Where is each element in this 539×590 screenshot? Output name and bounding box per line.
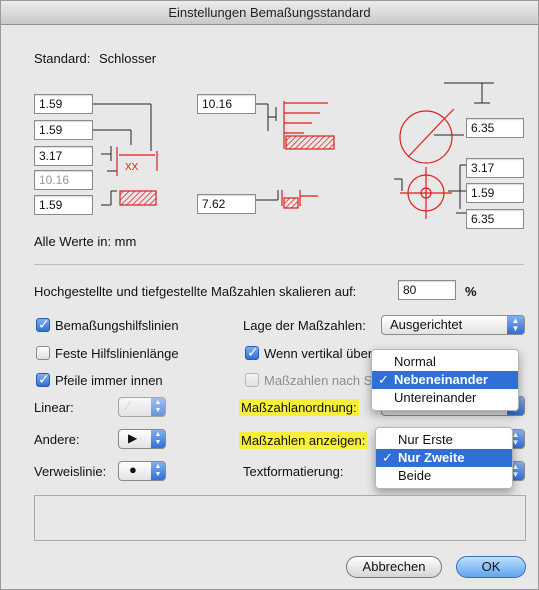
left-dimension-diagram: XX [93,103,158,206]
right-field-2[interactable]: 1.59 [466,183,524,203]
standard-value: Schlosser [99,51,157,66]
standard-label: Standard: [34,51,91,66]
menu-item-beide[interactable]: Beide [376,467,512,485]
popup-arrows-icon: ▲▼ [151,462,165,480]
menu-item-nur-erste[interactable]: Nur Erste [376,431,512,449]
lage-popup[interactable]: Ausgerichtet ▲ ▼ [381,315,525,335]
anzeigen-label: Maßzahlen anzeigen: [239,432,368,449]
check-icon: ✓ [382,450,393,465]
dot-arrow-icon: ● [129,462,137,477]
textformat-label: Textformatierung: [243,464,344,479]
preview-area [34,495,526,541]
right-dimension-diagram [394,82,494,219]
popup-arrows-icon: ▲▼ [151,398,165,416]
anzeigen-menu: Nur Erste ✓ Nur Zweite Beide [375,427,513,489]
menu-item-normal[interactable]: Normal [372,353,518,371]
mid-top-field[interactable]: 10.16 [197,94,256,114]
units-text: Alle Werte in: mm [34,234,137,249]
vertikal-label: Wenn vertikal über [264,346,373,361]
left-field-4[interactable]: 10.16 [34,170,93,190]
right-field-1[interactable]: 3.17 [466,158,524,178]
popup-arrows-icon: ▲▼ [507,316,524,334]
lage-value: Ausgerichtet [390,317,463,332]
hilfslinien-label: Bemaßungshilfslinien [55,318,179,333]
xx-label: XX [125,162,139,173]
nach-label: Maßzahlen nach S [264,373,373,388]
scale-input[interactable]: 80 [398,280,456,300]
feste-checkbox[interactable] [36,346,50,360]
right-field-3[interactable]: 6.35 [466,209,524,229]
mid-top-dimension-diagram [256,101,335,150]
menu-item-nur-zweite[interactable]: ✓ Nur Zweite [376,449,512,467]
nach-checkbox[interactable] [245,373,259,387]
left-field-3[interactable]: 3.17 [34,146,93,166]
mid-bottom-field[interactable]: 7.62 [197,194,256,214]
triangle-arrow-icon: ▶ [128,431,138,445]
left-field-2[interactable]: 1.59 [34,120,93,140]
anordnung-label: Maßzahlanordnung: [239,399,359,416]
verweis-label: Verweislinie: [34,464,107,479]
separator [34,264,524,265]
dialog-window: Einstellungen Bemaßungsstandard Standard… [0,0,539,590]
verweis-arrow-popup[interactable]: ● ▲ ▼ [118,461,166,481]
popup-arrows-icon: ▲▼ [151,430,165,448]
check-icon: ✓ [378,372,389,387]
left-field-5[interactable]: 1.59 [34,195,93,215]
menu-item-untereinander[interactable]: Untereinander [372,389,518,407]
left-field-1[interactable]: 1.59 [34,94,93,114]
menu-item-nebeneinander[interactable]: ✓ Nebeneinander [372,371,518,389]
hilfslinien-checkbox[interactable] [36,316,50,333]
scale-unit: % [465,284,477,299]
ok-button[interactable]: OK [456,556,526,578]
lage-label: Lage der Maßzahlen: [243,318,366,333]
andere-arrow-popup[interactable]: ▶ ▲ ▼ [118,429,166,449]
vertikal-checkbox[interactable] [245,344,259,361]
cancel-button[interactable]: Abbrechen [346,556,442,578]
pfeile-checkbox[interactable] [36,371,50,388]
andere-label: Andere: [34,432,80,447]
linear-arrow-popup[interactable]: ⁄ ▲ ▼ [118,397,166,417]
right-top-field[interactable]: 6.35 [466,118,524,138]
window-title: Einstellungen Bemaßungsstandard [1,1,538,25]
scale-label: Hochgestellte und tiefgestellte Maßzahle… [34,284,357,299]
anordnung-menu: Normal ✓ Nebeneinander Untereinander [371,349,519,411]
slash-arrow-icon: ⁄ [127,399,130,413]
linear-label: Linear: [34,400,74,415]
pfeile-label: Pfeile immer innen [55,373,163,388]
mid-bottom-dimension-diagram [256,190,318,209]
feste-label: Feste Hilfslinienlänge [55,346,179,361]
